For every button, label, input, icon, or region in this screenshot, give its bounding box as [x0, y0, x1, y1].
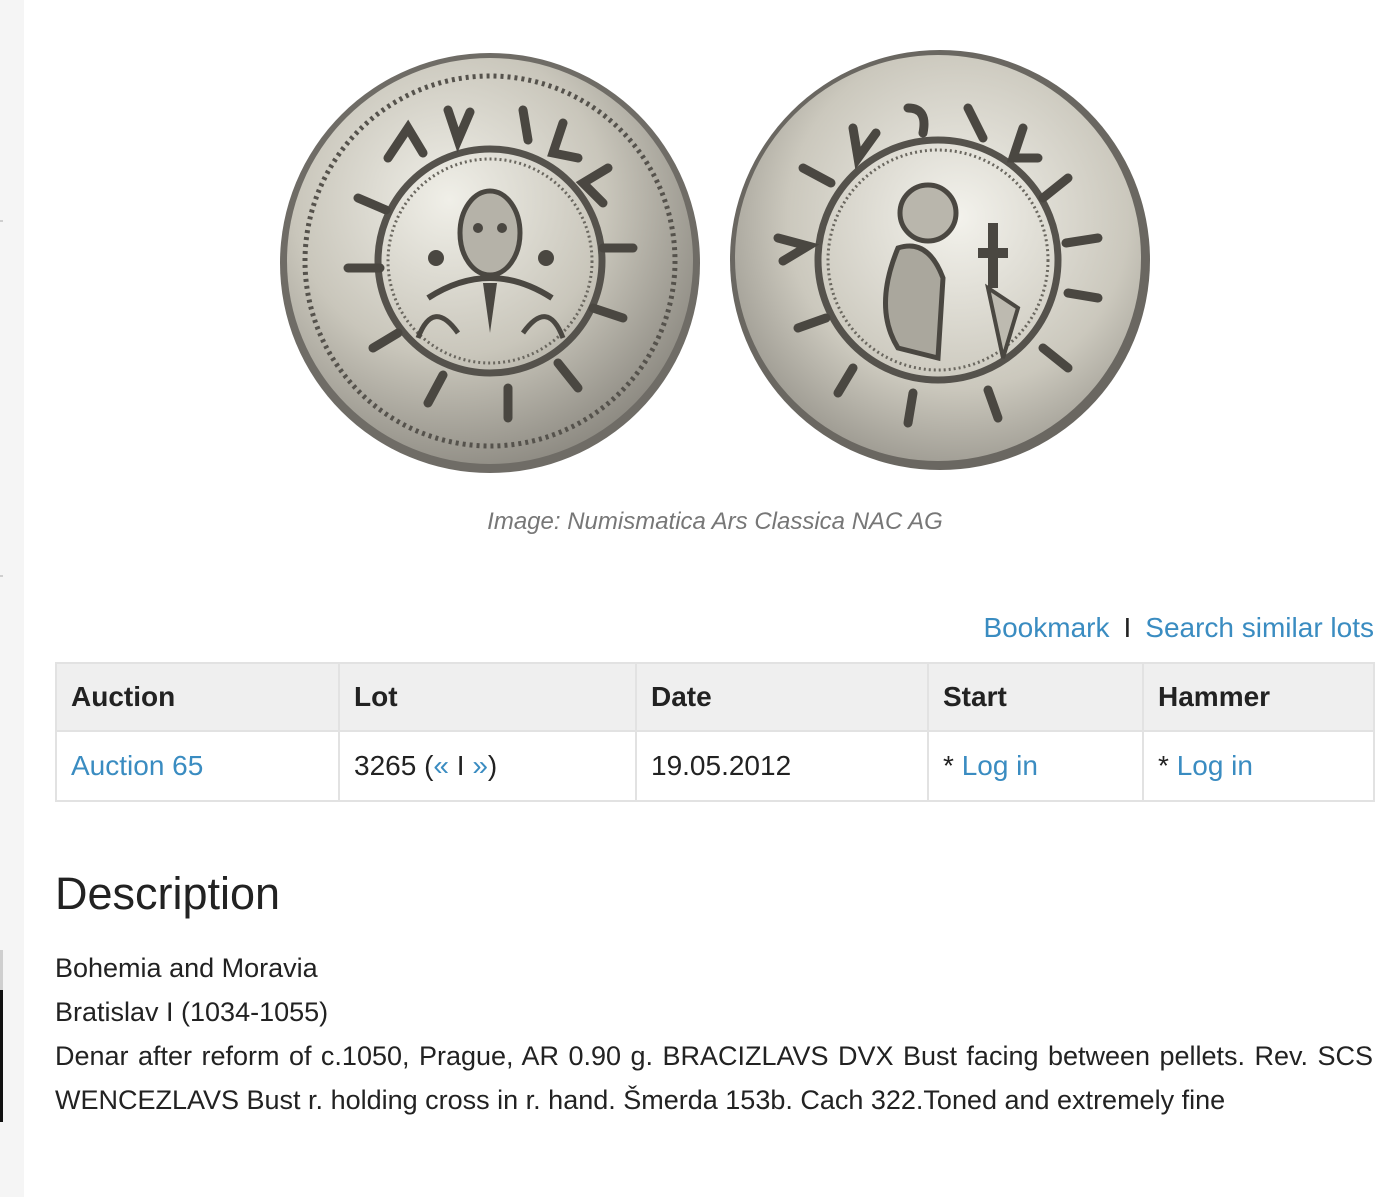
description-body: Bohemia and Moravia Bratislav I (1034-10…: [55, 946, 1373, 1122]
previous-lot-link[interactable]: «: [433, 750, 449, 781]
hammer-prefix: *: [1158, 750, 1177, 781]
hammer-login-link[interactable]: Log in: [1177, 750, 1253, 781]
rail-marker: [0, 575, 3, 577]
lot-number: 3265 (: [354, 750, 434, 781]
table-row: Auction 65 3265 (« I ») 19.05.2012 * Log…: [55, 730, 1375, 802]
lot-actions: Bookmark I Search similar lots: [983, 612, 1374, 644]
lot-close-paren: ): [487, 750, 498, 781]
next-lot-link[interactable]: »: [472, 750, 488, 781]
description-ruler: Bratislav I (1034-1055): [55, 997, 329, 1027]
hammer-cell: * Log in: [1142, 730, 1375, 802]
left-rail: [0, 0, 24, 1197]
start-login-link[interactable]: Log in: [962, 750, 1038, 781]
scroll-indicator: [0, 990, 3, 1122]
column-header-hammer: Hammer: [1142, 662, 1375, 732]
lot-cell: 3265 (« I »): [338, 730, 637, 802]
date-cell: 19.05.2012: [635, 730, 929, 802]
table-header-row: Auction Lot Date Start Hammer: [55, 662, 1375, 732]
rail-marker: [0, 220, 3, 222]
actions-separator: I: [1123, 612, 1132, 643]
start-prefix: *: [943, 750, 962, 781]
coin-image: [280, 50, 1150, 473]
column-header-lot: Lot: [338, 662, 637, 732]
auction-cell: Auction 65: [55, 730, 340, 802]
start-cell: * Log in: [927, 730, 1144, 802]
description-text: Denar after reform of c.1050, Prague, AR…: [55, 1041, 1373, 1115]
column-header-start: Start: [927, 662, 1144, 732]
rail-marker: [0, 950, 3, 990]
column-header-auction: Auction: [55, 662, 340, 732]
search-similar-lots-link[interactable]: Search similar lots: [1145, 612, 1374, 643]
bookmark-link[interactable]: Bookmark: [983, 612, 1109, 643]
description-heading: Description: [55, 868, 281, 919]
column-header-date: Date: [635, 662, 929, 732]
coin-reverse: [730, 50, 1150, 470]
image-caption: Image: Numismatica Ars Classica NAC AG: [487, 508, 943, 535]
coin-obverse: [280, 53, 700, 473]
lot-table: Auction Lot Date Start Hammer Auction 65…: [55, 662, 1375, 802]
auction-link[interactable]: Auction 65: [71, 750, 203, 781]
lot-nav-separator: I: [448, 750, 473, 781]
description-region: Bohemia and Moravia: [55, 953, 318, 983]
